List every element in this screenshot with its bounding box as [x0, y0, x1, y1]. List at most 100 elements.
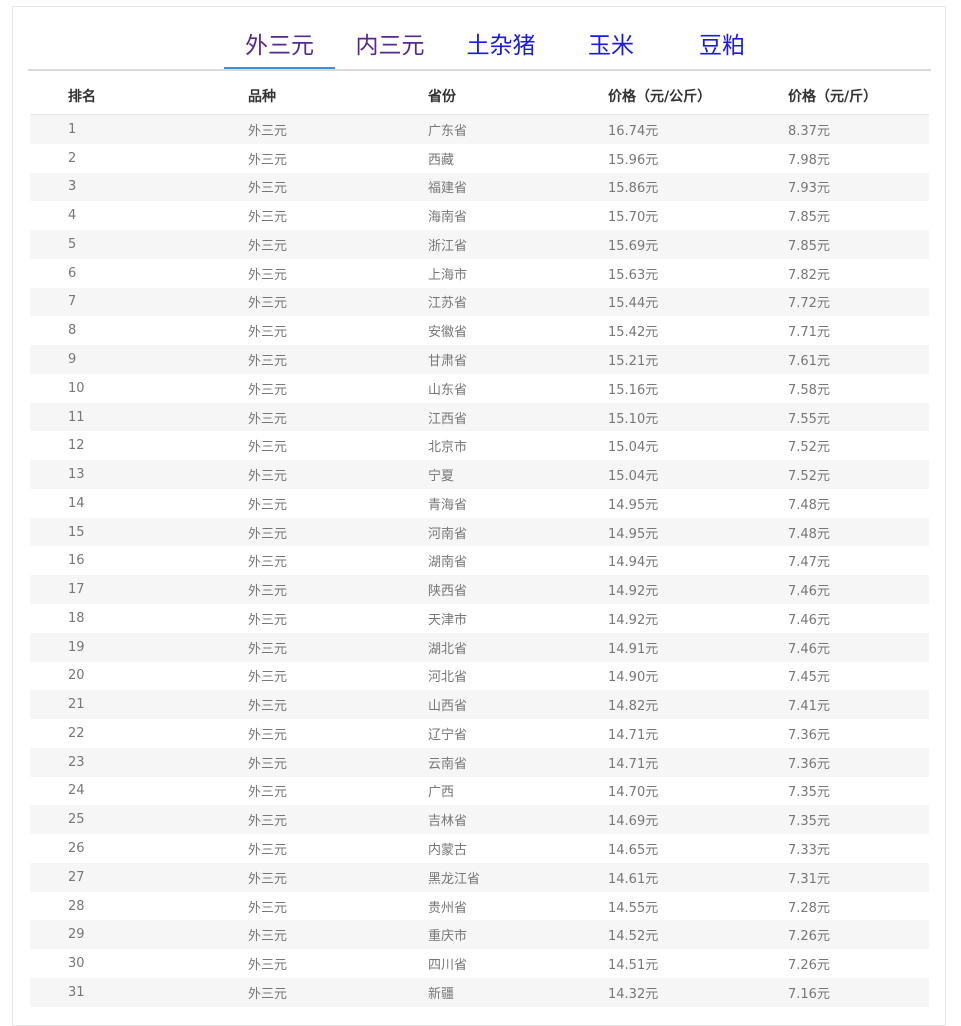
price-kg-cell: 14.32元 — [608, 986, 659, 1002]
province-cell: 四川省 — [428, 958, 468, 974]
table-row: 12 外三元 北京市 15.04元 7.52元 — [30, 431, 929, 460]
variety-cell: 外三元 — [248, 958, 288, 974]
variety-cell: 外三元 — [248, 900, 288, 916]
rank-cell: 1 — [68, 121, 77, 137]
rank-cell: 4 — [68, 208, 77, 224]
variety-cell: 外三元 — [248, 986, 288, 1002]
price-jin-cell: 7.33元 — [788, 843, 830, 859]
province-cell: 湖北省 — [428, 641, 468, 657]
province-cell: 海南省 — [428, 210, 468, 226]
price-kg-cell: 15.69元 — [608, 238, 659, 254]
table-row: 19 外三元 湖北省 14.91元 7.46元 — [30, 632, 929, 662]
province-cell: 河南省 — [428, 526, 468, 542]
price-kg-cell: 14.52元 — [608, 929, 659, 945]
table-row: 7 外三元 江苏省 15.44元 7.72元 — [30, 287, 929, 317]
rank-cell: 27 — [68, 869, 85, 885]
price-kg-cell: 15.04元 — [608, 469, 659, 485]
variety-cell: 外三元 — [248, 382, 288, 398]
province-cell: 新疆 — [428, 986, 455, 1002]
variety-cell: 外三元 — [248, 440, 288, 456]
rank-cell: 25 — [68, 812, 85, 828]
table-row: 21 外三元 山西省 14.82元 7.41元 — [30, 690, 929, 720]
table-row: 22 外三元 辽宁省 14.71元 7.36元 — [30, 719, 929, 748]
table-row: 3 外三元 福建省 15.86元 7.93元 — [30, 172, 929, 202]
variety-cell: 外三元 — [248, 699, 288, 715]
rank-cell: 6 — [68, 265, 77, 281]
tab-yu-mi[interactable]: 玉米 — [573, 28, 649, 69]
price-jin-cell: 7.35元 — [788, 814, 830, 830]
province-cell: 江西省 — [428, 411, 468, 427]
province-cell: 河北省 — [428, 670, 468, 686]
price-kg-cell: 14.71元 — [608, 756, 659, 772]
variety-cell: 外三元 — [248, 497, 288, 513]
price-kg-cell: 14.70元 — [608, 785, 659, 801]
rank-cell: 20 — [68, 668, 85, 684]
province-cell: 西藏 — [428, 152, 455, 168]
variety-cell: 外三元 — [248, 612, 288, 628]
table-row: 2 外三元 西藏 15.96元 7.98元 — [30, 144, 929, 173]
price-kg-cell: 14.95元 — [608, 497, 659, 513]
tab-tu-za-zhu[interactable]: 土杂猪 — [463, 28, 539, 69]
variety-cell: 外三元 — [248, 123, 288, 139]
variety-cell: 外三元 — [248, 526, 288, 542]
price-jin-cell: 7.31元 — [788, 871, 830, 887]
province-cell: 天津市 — [428, 612, 468, 628]
province-cell: 浙江省 — [428, 238, 468, 254]
price-kg-cell: 15.96元 — [608, 152, 659, 168]
table-row: 16 外三元 湖南省 14.94元 7.47元 — [30, 546, 929, 575]
price-kg-cell: 14.92元 — [608, 612, 659, 628]
province-cell: 安徽省 — [428, 325, 468, 341]
price-jin-cell: 7.26元 — [788, 958, 830, 974]
table-row: 25 外三元 吉林省 14.69元 7.35元 — [30, 805, 929, 835]
rank-cell: 15 — [68, 524, 85, 540]
rank-cell: 16 — [68, 553, 85, 569]
price-kg-cell: 14.94元 — [608, 555, 659, 571]
header-province: 省份 — [428, 88, 456, 105]
tab-wai-san-yuan[interactable]: 外三元 — [224, 28, 335, 69]
province-cell: 青海省 — [428, 497, 468, 513]
province-cell: 辽宁省 — [428, 727, 468, 743]
price-kg-cell: 14.69元 — [608, 814, 659, 830]
table-row: 17 外三元 陕西省 14.92元 7.46元 — [30, 575, 929, 605]
tab-dou-po[interactable]: 豆粕 — [684, 28, 760, 69]
province-cell: 山西省 — [428, 699, 468, 715]
rank-cell: 2 — [68, 150, 77, 166]
variety-cell: 外三元 — [248, 814, 288, 830]
table-header-row: 排名 品种 省份 价格（元/公斤） 价格（元/斤） — [30, 77, 929, 115]
table-row: 8 外三元 安徽省 15.42元 7.71元 — [30, 316, 929, 345]
tab-nei-san-yuan[interactable]: 内三元 — [352, 28, 428, 69]
rank-cell: 12 — [68, 438, 85, 454]
rank-cell: 28 — [68, 898, 85, 914]
variety-cell: 外三元 — [248, 584, 288, 600]
province-cell: 云南省 — [428, 756, 468, 772]
rank-cell: 21 — [68, 697, 85, 713]
price-jin-cell: 7.52元 — [788, 469, 830, 485]
price-jin-cell: 7.85元 — [788, 210, 830, 226]
price-kg-cell: 15.63元 — [608, 267, 659, 283]
province-cell: 宁夏 — [428, 469, 455, 485]
variety-cell: 外三元 — [248, 354, 288, 369]
price-kg-cell: 14.55元 — [608, 900, 659, 916]
price-jin-cell: 7.16元 — [788, 986, 830, 1002]
price-kg-cell: 14.71元 — [608, 727, 659, 743]
province-cell: 广西 — [428, 785, 455, 801]
table-row: 1 外三元 广东省 16.74元 8.37元 — [30, 115, 929, 144]
province-cell: 内蒙古 — [428, 843, 468, 859]
price-jin-cell: 7.61元 — [788, 354, 830, 369]
table-row: 15 外三元 河南省 14.95元 7.48元 — [30, 517, 929, 547]
province-cell: 贵州省 — [428, 900, 468, 916]
price-kg-cell: 15.86元 — [608, 181, 659, 197]
variety-cell: 外三元 — [248, 411, 288, 427]
province-cell: 湖南省 — [428, 555, 468, 571]
price-jin-cell: 7.48元 — [788, 497, 830, 513]
rank-cell: 9 — [68, 352, 77, 367]
table-body: 1 外三元 广东省 16.74元 8.37元 2 外三元 西藏 15.96元 7.98元 3 外三元福… — [30, 115, 929, 1007]
price-kg-cell: 14.92元 — [608, 584, 659, 600]
variety-cell: 外三元 — [248, 871, 288, 887]
rank-cell: 8 — [68, 323, 77, 339]
table-row: 27 外三元 黑龙江省 14.61元 7.31元 — [30, 862, 929, 892]
variety-cell: 外三元 — [248, 929, 288, 945]
header-variety: 品种 — [248, 88, 276, 105]
variety-cell: 外三元 — [248, 469, 288, 485]
table-row: 4 外三元 海南省 15.70元 7.85元 — [30, 201, 929, 230]
